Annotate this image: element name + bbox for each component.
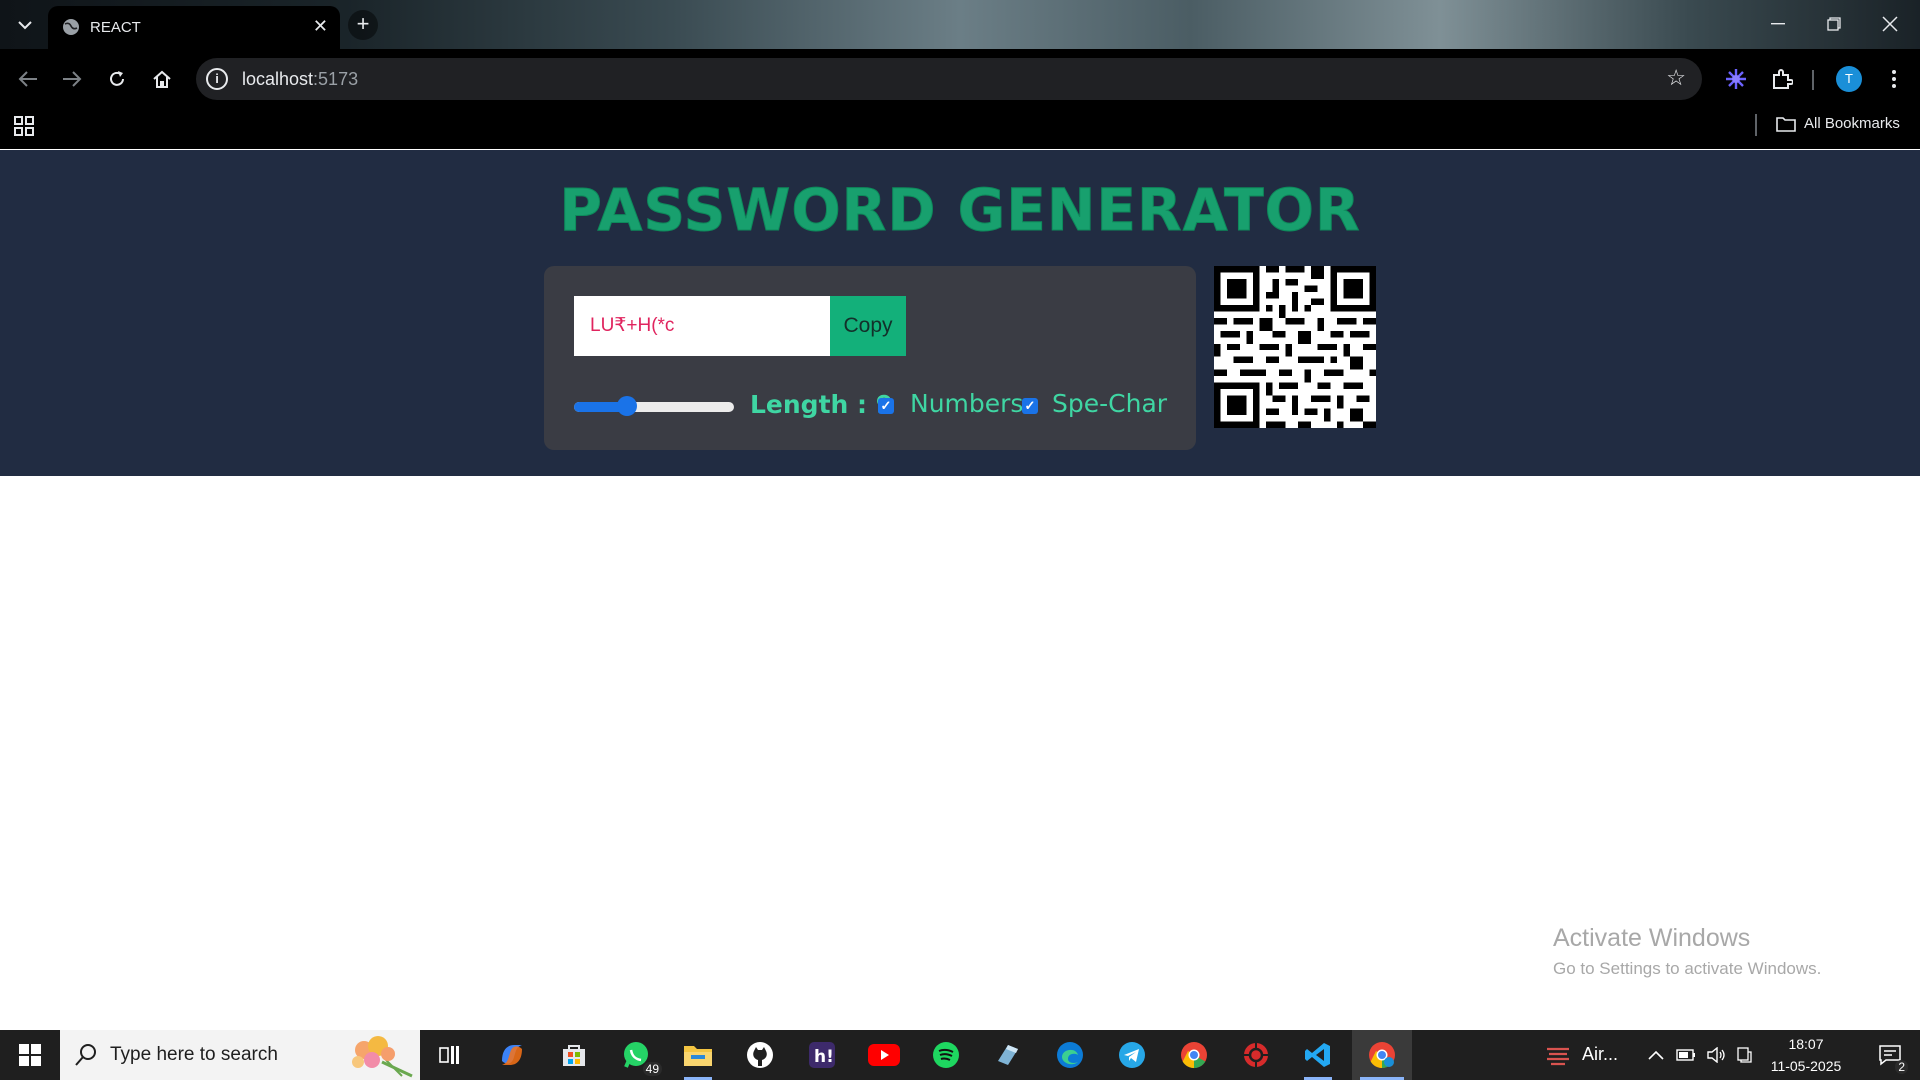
new-tab-button[interactable]: +	[348, 10, 378, 40]
clock-date: 11-05-2025	[1770, 1058, 1842, 1074]
address-bar[interactable]: i localhost:5173 ☆	[196, 58, 1702, 100]
globe-icon	[63, 19, 79, 35]
telegram-icon[interactable]	[1104, 1030, 1160, 1080]
taskbar-search-box[interactable]: Type here to search	[60, 1030, 420, 1080]
search-icon	[75, 1044, 96, 1066]
numbers-checkbox[interactable]: ✓	[878, 398, 894, 414]
vscode-icon[interactable]	[1290, 1030, 1346, 1080]
minimize-icon[interactable]	[1750, 0, 1806, 48]
game-app-icon[interactable]	[1228, 1030, 1284, 1080]
more-menu-icon[interactable]	[1880, 65, 1908, 93]
back-arrow-icon[interactable]	[14, 65, 42, 93]
length-slider[interactable]	[574, 396, 734, 416]
taskbar-search-placeholder: Type here to search	[110, 1044, 278, 1065]
microsoft-store-icon[interactable]	[546, 1030, 602, 1080]
copy-button[interactable]: Copy	[830, 296, 906, 356]
url-text[interactable]: localhost:5173	[242, 69, 358, 90]
length-slider-thumb[interactable]	[617, 396, 638, 416]
tab-close-icon[interactable]: ✕	[313, 16, 328, 37]
battery-icon[interactable]	[1672, 1030, 1700, 1080]
clock-time: 18:07	[1788, 1036, 1824, 1052]
special-char-label: Spe-Char	[1052, 389, 1168, 418]
task-view-icon[interactable]	[422, 1030, 478, 1080]
password-field[interactable]: LU₹+H(*c	[574, 296, 830, 356]
reload-icon[interactable]	[103, 65, 131, 93]
all-bookmarks-label: All Bookmarks	[1804, 115, 1900, 132]
length-label: Length : 9	[750, 390, 894, 419]
activate-windows-title: Activate Windows	[1553, 924, 1751, 952]
url-port: :5173	[313, 69, 359, 89]
tab-title: REACT	[90, 19, 141, 36]
activate-windows-watermark: Activate Windows Go to Settings to activ…	[1553, 924, 1821, 979]
bookmarks-bar	[0, 109, 1920, 149]
browser-tab[interactable]: REACT ✕	[48, 6, 340, 49]
chrome-profile-icon[interactable]	[1352, 1030, 1412, 1080]
hackerrank-icon[interactable]: h!	[794, 1030, 850, 1080]
bookmarks-divider	[1755, 114, 1757, 136]
extensions-puzzle-icon[interactable]	[1768, 65, 1796, 93]
edge-icon[interactable]	[1042, 1030, 1098, 1080]
youtube-icon[interactable]	[856, 1030, 912, 1080]
qr-code	[1214, 266, 1376, 428]
toolbar-divider	[1812, 70, 1814, 90]
numbers-label: Numbers	[910, 389, 1024, 418]
windows-taskbar: Type here to search 49 h! Air... 18:07 1…	[0, 1030, 1920, 1080]
copilot-icon[interactable]	[484, 1030, 540, 1080]
chevron-up-icon[interactable]	[1642, 1030, 1670, 1080]
page-title: PASSWORD GENERATOR	[559, 176, 1361, 245]
browser-tab-strip: REACT ✕ +	[0, 0, 1920, 49]
bookmark-star-icon[interactable]: ☆	[1666, 65, 1686, 91]
all-bookmarks-button[interactable]: All Bookmarks	[1776, 115, 1900, 132]
github-icon[interactable]	[732, 1030, 788, 1080]
notification-count: 2	[1895, 1060, 1908, 1074]
extension-sparkle-icon[interactable]	[1722, 65, 1750, 93]
app-header-section: PASSWORD GENERATOR LU₹+H(*c Copy Length …	[0, 150, 1920, 476]
restore-icon[interactable]	[1806, 0, 1862, 48]
folder-icon	[1776, 116, 1796, 132]
generator-card: LU₹+H(*c Copy Length : 9 ✓ Numbers ✓ Spe…	[544, 266, 1196, 450]
special-char-checkbox[interactable]: ✓	[1022, 398, 1038, 414]
profile-avatar[interactable]: T	[1836, 66, 1862, 92]
notifications-icon[interactable]: 2	[1864, 1030, 1916, 1080]
chrome-icon[interactable]	[1166, 1030, 1222, 1080]
file-explorer-icon[interactable]	[670, 1030, 726, 1080]
activate-windows-subtitle: Go to Settings to activate Windows.	[1553, 959, 1822, 978]
flower-bouquet-icon	[352, 1036, 413, 1078]
notes-app-icon[interactable]	[980, 1030, 1036, 1080]
weather-icon[interactable]	[1540, 1030, 1576, 1080]
close-window-icon[interactable]	[1862, 0, 1918, 48]
apps-grid-icon[interactable]	[14, 116, 34, 136]
svg-text:h!: h!	[814, 1047, 834, 1067]
weather-label[interactable]: Air...	[1582, 1044, 1618, 1065]
home-icon[interactable]	[148, 65, 176, 93]
windows-start-icon[interactable]	[0, 1030, 60, 1080]
whatsapp-badge: 49	[642, 1062, 662, 1076]
tab-search-icon[interactable]	[12, 12, 38, 38]
taskbar-clock[interactable]: 18:07 11-05-2025	[1752, 1033, 1860, 1077]
volume-icon[interactable]	[1702, 1030, 1730, 1080]
whatsapp-icon[interactable]: 49	[608, 1030, 664, 1080]
forward-arrow-icon[interactable]	[58, 65, 86, 93]
spotify-icon[interactable]	[918, 1030, 974, 1080]
site-info-icon[interactable]: i	[206, 68, 228, 90]
url-host: localhost	[242, 69, 314, 89]
